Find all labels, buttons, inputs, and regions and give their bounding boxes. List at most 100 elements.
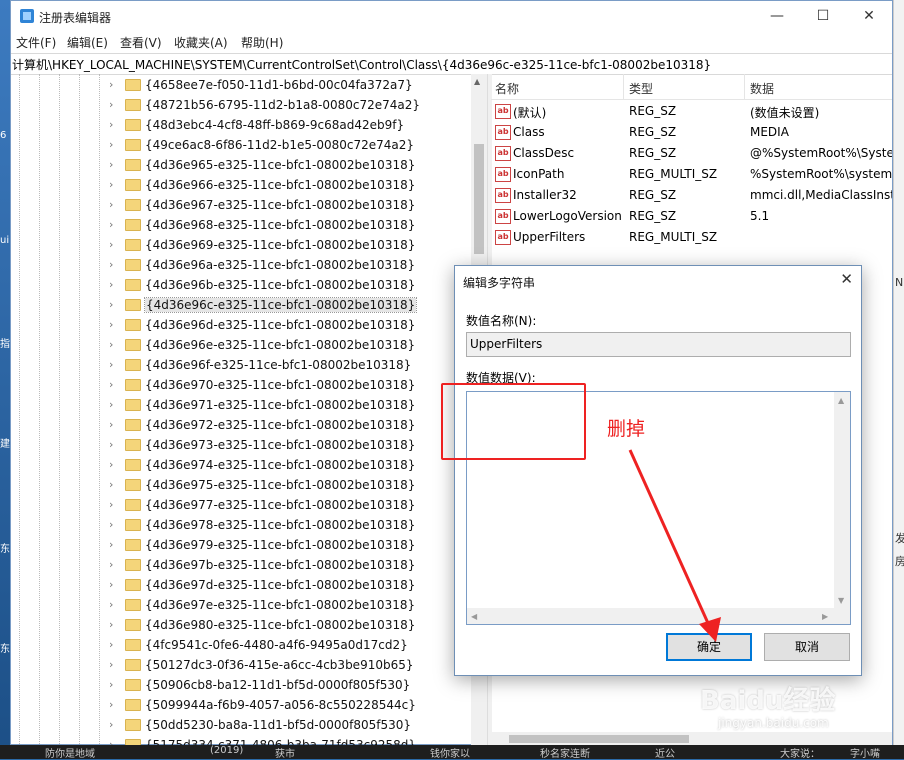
chevron-right-icon[interactable]: › <box>109 378 113 391</box>
chevron-right-icon[interactable]: › <box>109 638 113 651</box>
close-button[interactable]: ✕ <box>846 1 892 31</box>
tree-node[interactable]: › {4d36e978-e325-11ce-bfc1-08002be10318} <box>109 516 479 536</box>
tree-node[interactable]: › {4d36e975-e325-11ce-bfc1-08002be10318} <box>109 476 479 496</box>
chevron-right-icon[interactable]: › <box>109 158 113 171</box>
chevron-right-icon[interactable]: › <box>109 698 113 711</box>
scroll-left-arrow-icon[interactable]: ◀ <box>471 612 477 621</box>
chevron-right-icon[interactable]: › <box>109 418 113 431</box>
maximize-button[interactable]: ☐ <box>800 1 846 31</box>
tree-node[interactable]: › {4d36e973-e325-11ce-bfc1-08002be10318} <box>109 436 479 456</box>
tree-node[interactable]: › {4d36e97e-e325-11ce-bfc1-08002be10318} <box>109 596 479 616</box>
tree-node[interactable]: › {4d36e979-e325-11ce-bfc1-08002be10318} <box>109 536 479 556</box>
chevron-right-icon[interactable]: › <box>109 318 113 331</box>
tree-node[interactable]: › {4d36e97b-e325-11ce-bfc1-08002be10318} <box>109 556 479 576</box>
scroll-up-arrow-icon[interactable]: ▲ <box>474 77 480 86</box>
tree-node[interactable]: › {49ce6ac8-6f86-11d2-b1e5-0080c72e74a2} <box>109 136 479 156</box>
chevron-right-icon[interactable]: › <box>109 198 113 211</box>
registry-tree[interactable]: › {4658ee7e-f050-11d1-b6bd-00c04fa372a7} ›… <box>11 74 487 746</box>
tree-node[interactable]: › {4d36e980-e325-11ce-bfc1-08002be10318} <box>109 616 479 636</box>
column-header-type[interactable]: 类型 <box>629 80 653 97</box>
address-bar[interactable]: 计算机\HKEY_LOCAL_MACHINE\SYSTEM\CurrentCon… <box>11 53 892 75</box>
chevron-right-icon[interactable]: › <box>109 398 113 411</box>
tree-node[interactable]: › {4d36e977-e325-11ce-bfc1-08002be10318} <box>109 496 479 516</box>
chevron-right-icon[interactable]: › <box>109 518 113 531</box>
chevron-right-icon[interactable]: › <box>109 138 113 151</box>
menu-help[interactable]: 帮助(H) <box>241 34 283 51</box>
tree-node[interactable]: › {4d36e971-e325-11ce-bfc1-08002be10318} <box>109 396 479 416</box>
tree-node[interactable]: › {4d36e965-e325-11ce-bfc1-08002be10318} <box>109 156 479 176</box>
chevron-right-icon[interactable]: › <box>109 498 113 511</box>
value-row[interactable]: ab Installer32 REG_SZ mmci.dll,MediaClassIn… <box>491 185 892 206</box>
tree-node[interactable]: › {50dd5230-ba8a-11d1-bf5d-0000f805f530} <box>109 716 479 736</box>
address-path[interactable]: 计算机\HKEY_LOCAL_MACHINE\SYSTEM\CurrentCon… <box>12 56 711 73</box>
chevron-right-icon[interactable]: › <box>109 298 113 311</box>
value-row[interactable]: ab ClassDesc REG_SZ @%SystemRoot%\System <box>491 143 892 164</box>
tree-node[interactable]: › {4d36e96a-e325-11ce-bfc1-08002be10318} <box>109 256 479 276</box>
column-header-data[interactable]: 数据 <box>750 80 774 97</box>
chevron-right-icon[interactable]: › <box>109 218 113 231</box>
tree-node[interactable]: › {4d36e974-e325-11ce-bfc1-08002be10318} <box>109 456 479 476</box>
chevron-right-icon[interactable]: › <box>109 618 113 631</box>
tree-node[interactable]: › {5099944a-f6b9-4057-a056-8c550228544c} <box>109 696 479 716</box>
chevron-right-icon[interactable]: › <box>109 658 113 671</box>
ok-button[interactable]: 确定 <box>666 633 752 661</box>
chevron-right-icon[interactable]: › <box>109 598 113 611</box>
value-row[interactable]: ab (默认) REG_SZ (数值未设置) <box>491 101 892 122</box>
minimize-button[interactable]: — <box>754 1 800 31</box>
tree-node[interactable]: › {4d36e970-e325-11ce-bfc1-08002be10318} <box>109 376 479 396</box>
chevron-right-icon[interactable]: › <box>109 258 113 271</box>
scroll-up-arrow-icon[interactable]: ▲ <box>838 396 844 405</box>
title-bar[interactable]: 注册表编辑器 — ☐ ✕ <box>11 1 892 31</box>
scroll-down-arrow-icon[interactable]: ▼ <box>838 596 844 605</box>
tree-node[interactable]: › {4d36e966-e325-11ce-bfc1-08002be10318} <box>109 176 479 196</box>
chevron-right-icon[interactable]: › <box>109 338 113 351</box>
value-row[interactable]: ab Class REG_SZ MEDIA <box>491 122 892 143</box>
chevron-right-icon[interactable]: › <box>109 78 113 91</box>
chevron-right-icon[interactable]: › <box>109 278 113 291</box>
tree-node[interactable]: › {50906cb8-ba12-11d1-bf5d-0000f805f530} <box>109 676 479 696</box>
chevron-right-icon[interactable]: › <box>109 678 113 691</box>
chevron-right-icon[interactable]: › <box>109 178 113 191</box>
chevron-right-icon[interactable]: › <box>109 538 113 551</box>
column-header-name[interactable]: 名称 <box>495 80 519 97</box>
chevron-right-icon[interactable]: › <box>109 118 113 131</box>
tree-node[interactable]: › {4d36e96b-e325-11ce-bfc1-08002be10318} <box>109 276 479 296</box>
scrollbar-thumb[interactable] <box>474 144 484 254</box>
tree-node[interactable]: › {4d36e96d-e325-11ce-bfc1-08002be10318} <box>109 316 479 336</box>
dialog-close-icon[interactable]: ✕ <box>840 270 853 288</box>
tree-node[interactable]: › {4d36e96f-e325-11ce-bfc1-08002be10318} <box>109 356 479 376</box>
tree-node[interactable]: › {4fc9541c-0fe6-4480-a4f6-9495a0d17cd2} <box>109 636 479 656</box>
chevron-right-icon[interactable]: › <box>109 238 113 251</box>
tree-node[interactable]: › {4d36e97d-e325-11ce-bfc1-08002be10318} <box>109 576 479 596</box>
tree-node[interactable]: › {50127dc3-0f36-415e-a6cc-4cb3be910b65} <box>109 656 479 676</box>
tree-node[interactable]: › {48d3ebc4-4cf8-48ff-b869-9c68ad42eb9f} <box>109 116 479 136</box>
tree-node[interactable]: › {48721b56-6795-11d2-b1a8-0080c72e74a2} <box>109 96 479 116</box>
chevron-right-icon[interactable]: › <box>109 478 113 491</box>
menu-view[interactable]: 查看(V) <box>120 34 162 51</box>
value-row[interactable]: ab LowerLogoVersion REG_SZ 5.1 <box>491 206 892 227</box>
tree-node[interactable]: › {4d36e967-e325-11ce-bfc1-08002be10318} <box>109 196 479 216</box>
menu-favorites[interactable]: 收藏夹(A) <box>174 34 228 51</box>
textarea-horizontal-scrollbar[interactable]: ◀ ▶ <box>467 608 850 624</box>
tree-node[interactable]: › {4d36e972-e325-11ce-bfc1-08002be10318} <box>109 416 479 436</box>
cancel-button[interactable]: 取消 <box>764 633 850 661</box>
chevron-right-icon[interactable]: › <box>109 558 113 571</box>
scrollbar-thumb[interactable] <box>509 735 689 743</box>
chevron-right-icon[interactable]: › <box>109 358 113 371</box>
textarea-vertical-scrollbar[interactable]: ▲ ▼ <box>834 392 850 608</box>
tree-node[interactable]: › {4658ee7e-f050-11d1-b6bd-00c04fa372a7} <box>109 76 479 96</box>
scroll-right-arrow-icon[interactable]: ▶ <box>822 612 828 621</box>
tree-node[interactable]: › {4d36e969-e325-11ce-bfc1-08002be10318} <box>109 236 479 256</box>
tree-node[interactable]: › {4d36e968-e325-11ce-bfc1-08002be10318} <box>109 216 479 236</box>
chevron-right-icon[interactable]: › <box>109 98 113 111</box>
value-row[interactable]: ab UpperFilters REG_MULTI_SZ <box>491 227 892 248</box>
tree-node[interactable]: › {4d36e96c-e325-11ce-bfc1-08002be10318} <box>109 296 479 316</box>
values-horizontal-scrollbar[interactable] <box>491 732 892 746</box>
chevron-right-icon[interactable]: › <box>109 718 113 731</box>
menu-file[interactable]: 文件(F) <box>16 34 56 51</box>
chevron-right-icon[interactable]: › <box>109 438 113 451</box>
tree-node[interactable]: › {4d36e96e-e325-11ce-bfc1-08002be10318} <box>109 336 479 356</box>
chevron-right-icon[interactable]: › <box>109 578 113 591</box>
chevron-right-icon[interactable]: › <box>109 458 113 471</box>
menu-edit[interactable]: 编辑(E) <box>67 34 108 51</box>
